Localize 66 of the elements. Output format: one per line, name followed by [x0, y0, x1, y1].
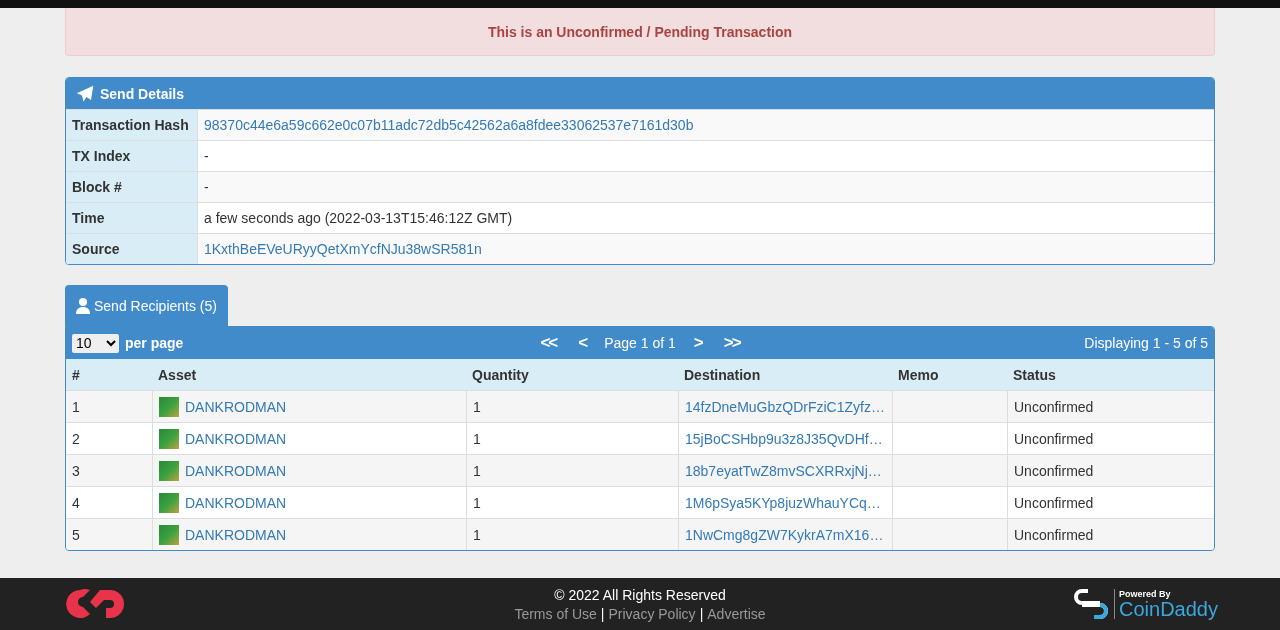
table-cell: Unconfirmed [1007, 518, 1214, 550]
link-separator: | [699, 605, 704, 622]
table-cell: Unconfirmed [1007, 422, 1214, 454]
table-cell: 1 [66, 390, 152, 422]
column-header: Memo [892, 359, 1007, 390]
detail-value: a few seconds ago (2022-03-13T15:46:12Z GMT) [203, 209, 514, 228]
first-page-button[interactable]: << [536, 333, 561, 353]
asset-thumbnail [159, 492, 179, 513]
asset-link[interactable]: DANKRODMAN [185, 526, 287, 543]
table-cell: Unconfirmed [1007, 486, 1214, 518]
table-cell: 1 [466, 454, 678, 486]
table-cell: Unconfirmed [1007, 454, 1214, 486]
per-page-label: per page [125, 335, 184, 351]
detail-link[interactable]: 1KxthBeEVeURyyQetXmYcfNJu38wSR581n [198, 234, 1214, 264]
previous-page-button[interactable]: < [574, 333, 591, 353]
footer-link[interactable]: Privacy Policy [608, 605, 696, 622]
asset-link[interactable]: DANKRODMAN [185, 398, 287, 415]
destination-link[interactable]: 14fzDneMuGbzQDrFziC1Zyfz… [678, 390, 892, 422]
detail-label: Transaction Hash [66, 110, 198, 140]
table-cell: 1 [466, 390, 678, 422]
column-header: # [66, 359, 152, 390]
alert-message: This is an Unconfirmed / Pending Transaction [65, 8, 1215, 56]
detail-label: TX Index [66, 141, 198, 171]
destination-link[interactable]: 1M6pSya5KYp8juzWhauYCq… [678, 486, 892, 518]
last-page-button[interactable]: >> [719, 333, 744, 353]
footer-link[interactable]: Advertise [707, 605, 766, 622]
powered-by-text: Powered By [1119, 589, 1172, 599]
paper-plane-icon [76, 84, 94, 103]
asset-thumbnail [159, 524, 179, 545]
detail-value: - [203, 147, 210, 166]
page-indicator: Page 1 of 1 [604, 335, 676, 351]
detail-label: Block # [66, 172, 198, 202]
destination-link[interactable]: 18b7eyatTwZ8mvSCXRRxjNj… [678, 454, 892, 486]
detail-link[interactable]: 98370c44e6a59c662e0c07b11adc72db5c42562a6a8fdee33062537e7161d30b [198, 110, 1214, 140]
asset-thumbnail [159, 460, 179, 481]
brand-logo-icon [1074, 587, 1109, 621]
link-separator: | [600, 605, 605, 622]
column-header: Status [1007, 359, 1214, 390]
table-cell: 3 [66, 454, 152, 486]
page-size-select[interactable]: 10 [72, 333, 119, 353]
next-page-button[interactable]: > [689, 333, 706, 353]
column-header: Asset [152, 359, 466, 390]
destination-link[interactable]: 15jBoCSHbp9u3z8J35QvDHf… [678, 422, 892, 454]
copyright-text: © 2022 All Rights Reserved [553, 586, 727, 603]
asset-thumbnail [159, 428, 179, 449]
asset-link[interactable]: DANKRODMAN [185, 494, 287, 511]
detail-label: Source [66, 234, 198, 264]
table-cell: Unconfirmed [1007, 390, 1214, 422]
detail-value: - [203, 178, 210, 197]
table-cell: 1 [466, 518, 678, 550]
column-header: Destination [678, 359, 892, 390]
displaying-count: Displaying 1 - 5 of 5 [1084, 335, 1208, 351]
table-cell: 5 [66, 518, 152, 550]
table-cell: 1 [466, 486, 678, 518]
detail-label: Time [66, 203, 198, 233]
table-cell: 1 [466, 422, 678, 454]
column-header: Quantity [466, 359, 678, 390]
asset-link[interactable]: DANKRODMAN [185, 462, 287, 479]
panel-title: Send Details [100, 85, 185, 102]
asset-link[interactable]: DANKRODMAN [185, 430, 287, 447]
brand-name: CoinDaddy [1119, 599, 1218, 619]
destination-link[interactable]: 1NwCmg8gZW7KykrA7mX16… [678, 518, 892, 550]
asset-thumbnail [159, 396, 179, 417]
recipients-tab[interactable]: Send Recipients (5) [65, 285, 228, 326]
footer-link[interactable]: Terms of Use [514, 605, 597, 622]
user-icon [76, 297, 90, 314]
